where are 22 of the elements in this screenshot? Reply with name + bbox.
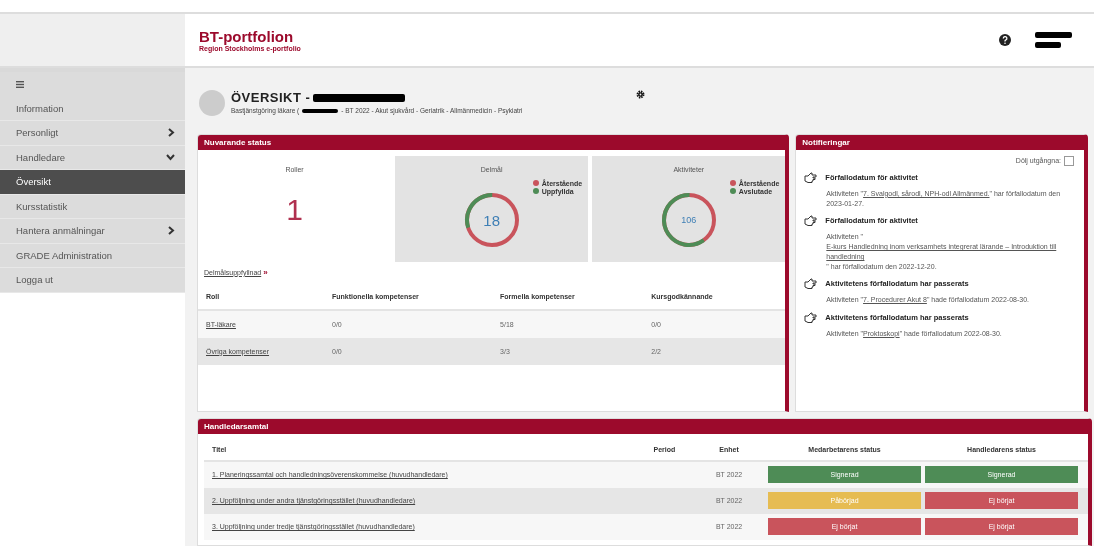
roles-count: 1 [286,192,303,227]
redaction-bar [302,108,339,113]
donut-count: 106 [681,214,697,225]
pointing-hand-icon [804,214,818,226]
avatar [199,90,225,116]
checkbox[interactable] [1064,155,1074,166]
pointing-hand-icon [804,278,818,290]
sidebar-item[interactable]: Översikt [0,170,185,195]
panel-title: Nuvarande status [198,134,786,150]
page-title: ÖVERSIKT - [231,90,311,105]
double-arrow-icon: » [263,267,268,277]
donut-count: 18 [483,211,500,229]
panel-title: Notifieringar [796,134,1084,150]
settings-icon[interactable] [636,90,646,99]
logo-title[interactable]: BT-portfolion [199,28,301,45]
donut-drawing [462,190,521,249]
pointing-hand-icon [804,171,818,183]
help-icon[interactable] [999,34,1011,46]
pointing-hand-icon [804,311,818,323]
menu-icon[interactable] [1035,31,1072,49]
donut-drawing [659,190,718,249]
panel-title: Handledarsamtal [198,418,1088,434]
